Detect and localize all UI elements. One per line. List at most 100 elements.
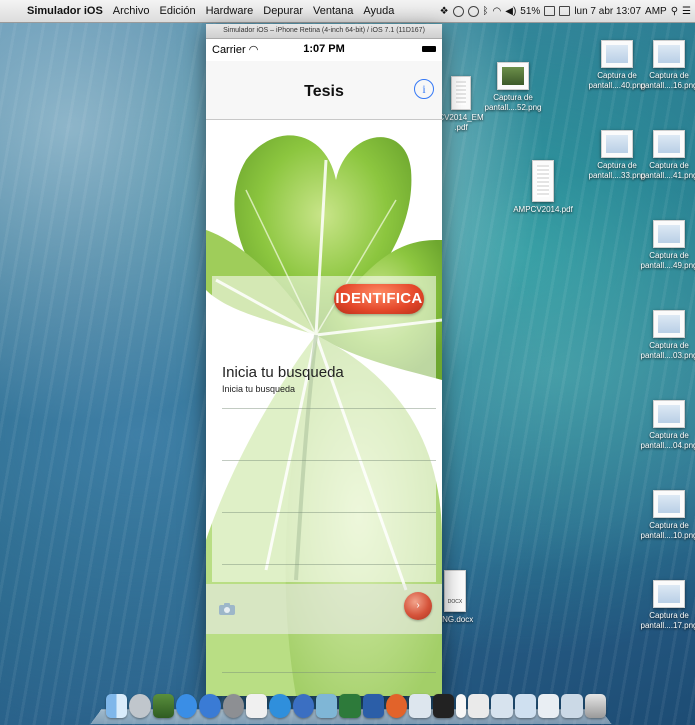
- finder-icon[interactable]: [106, 694, 128, 718]
- trash-icon[interactable]: [584, 694, 606, 718]
- icon-label: Captura de: [649, 251, 689, 260]
- folder-stack-icon[interactable]: [537, 694, 560, 718]
- photos-icon[interactable]: [152, 694, 175, 718]
- time-machine-icon[interactable]: [467, 5, 479, 17]
- icon-label: pantall....41.png: [640, 171, 695, 180]
- screenshot-stack-icon[interactable]: [491, 694, 513, 718]
- desktop-icon-captura-17[interactable]: Captura de pantall....17.png: [638, 580, 695, 631]
- battery-percent[interactable]: 51%: [520, 6, 540, 17]
- volume-icon[interactable]: ◀): [505, 6, 516, 17]
- icon-label: pantall....16.png: [640, 81, 695, 90]
- docx-badge: DOCX: [447, 599, 463, 605]
- ibooks-icon[interactable]: [246, 694, 268, 718]
- excel-icon[interactable]: [339, 694, 361, 718]
- dropbox-icon[interactable]: ❖: [440, 6, 449, 17]
- menu-edicion[interactable]: Edición: [154, 5, 200, 17]
- document-stack-icon[interactable]: [467, 694, 490, 718]
- word-icon[interactable]: [362, 694, 385, 718]
- camera-icon[interactable]: [218, 602, 236, 616]
- settings-icon[interactable]: [222, 694, 245, 718]
- firefox-icon[interactable]: [386, 694, 408, 718]
- icon-label: pantall....04.png: [640, 441, 695, 450]
- desktop-icon-ampcv-pdf[interactable]: AMPCV2014.pdf: [512, 160, 574, 215]
- chevron-right-icon: ›: [416, 600, 420, 611]
- wifi-icon[interactable]: ◠: [493, 6, 502, 17]
- menubar-status-area: ❖ ᛒ ◠ ◀) 51% lun 7 abr 13:07 AMP ⚲ ☰: [440, 0, 691, 22]
- itunes-icon[interactable]: [199, 694, 221, 718]
- input-toolbar: ›: [206, 584, 442, 634]
- desktop-icon-captura-03[interactable]: Captura de pantall....03.png: [638, 310, 695, 361]
- icon-label: pantall....52.png: [484, 103, 542, 112]
- icon-label: pantall....17.png: [640, 621, 695, 630]
- navigation-bar: Tesis i: [206, 61, 442, 120]
- table-row-separator: [222, 408, 436, 409]
- mac-menubar: Simulador iOS Archivo Edición Hardware D…: [0, 0, 695, 23]
- bluetooth-icon[interactable]: ᛒ: [483, 6, 489, 17]
- status-time: 1:07 PM: [303, 43, 345, 55]
- menu-ayuda[interactable]: Ayuda: [358, 5, 399, 17]
- image-file-icon: [601, 130, 633, 158]
- info-icon[interactable]: i: [414, 79, 434, 99]
- menu-app-name[interactable]: Simulador iOS: [22, 5, 108, 17]
- send-button[interactable]: ›: [404, 592, 432, 620]
- desktop-icon-captura-41[interactable]: Captura de pantall....41.png: [638, 130, 695, 181]
- desktop-icon-captura-49[interactable]: Captura de pantall....49.png: [638, 220, 695, 271]
- image-file-icon: [653, 40, 685, 68]
- safari-icon[interactable]: [269, 694, 291, 718]
- desktop-icon-captura-04[interactable]: Captura de pantall....04.png: [638, 400, 695, 451]
- pdf-file-icon: [532, 160, 554, 202]
- image-file-icon: [653, 130, 685, 158]
- preview-icon[interactable]: [409, 694, 431, 718]
- table-row-separator: [222, 564, 436, 565]
- image-file-icon: [653, 580, 685, 608]
- simulator-title-bar[interactable]: Simulador iOS – iPhone Retina (4-inch 64…: [206, 24, 442, 39]
- image-stack-icon[interactable]: [561, 694, 583, 718]
- image-file-icon: [601, 40, 633, 68]
- app-store-icon[interactable]: [176, 694, 198, 718]
- docx-file-icon: DOCX: [444, 570, 466, 612]
- image-file-icon: [653, 400, 685, 428]
- downloads-stack-icon[interactable]: [514, 694, 536, 718]
- icon-label: Captura de: [649, 161, 689, 170]
- xcode-icon[interactable]: [292, 694, 315, 718]
- image-file-icon: [653, 490, 685, 518]
- menu-hardware[interactable]: Hardware: [201, 5, 259, 17]
- icon-label: Captura de: [493, 93, 533, 102]
- menu-archivo[interactable]: Archivo: [108, 5, 155, 17]
- identifica-button[interactable]: IDENTIFICA: [334, 284, 424, 314]
- ios-status-bar: Carrier ◠ 1:07 PM: [206, 39, 442, 61]
- pdf-file-icon: [451, 76, 471, 110]
- ios-simulator-icon[interactable]: [432, 694, 455, 718]
- ios-simulator-window: Simulador iOS – iPhone Retina (4-inch 64…: [206, 24, 442, 696]
- search-panel: [212, 276, 436, 582]
- icon-label: AMPCV2014.pdf: [513, 205, 573, 214]
- document-icon[interactable]: [456, 694, 466, 718]
- search-title[interactable]: Inicia tu busqueda: [222, 364, 344, 381]
- clock[interactable]: lun 7 abr 13:07: [574, 6, 641, 17]
- flag-icon[interactable]: [559, 6, 571, 16]
- sync-icon[interactable]: [452, 5, 464, 17]
- maps-icon[interactable]: [316, 694, 338, 718]
- icon-label: Captura de: [649, 71, 689, 80]
- icon-label: Captura de: [649, 611, 689, 620]
- app-content: IDENTIFICA Inicia tu busqueda Inicia tu …: [206, 120, 442, 696]
- desktop-icon-captura-10[interactable]: Captura de pantall....10.png: [638, 490, 695, 541]
- notification-center-icon[interactable]: ☰: [682, 6, 691, 17]
- user-name[interactable]: AMP: [645, 6, 667, 17]
- desktop-icon-captura-52[interactable]: Captura de pantall....52.png: [482, 62, 544, 113]
- spotlight-icon[interactable]: ⚲: [671, 6, 678, 17]
- search-subtitle[interactable]: Inicia tu busqueda: [222, 384, 295, 394]
- icon-label: pantall....49.png: [640, 261, 695, 270]
- icon-label: pantall....10.png: [640, 531, 695, 540]
- desktop-icon-captura-16[interactable]: Captura de pantall....16.png: [638, 40, 695, 91]
- icon-label: pantall....03.png: [640, 351, 695, 360]
- image-file-icon: [653, 220, 685, 248]
- icon-label: Captura de: [649, 431, 689, 440]
- menu-ventana[interactable]: Ventana: [308, 5, 358, 17]
- image-file-icon: [653, 310, 685, 338]
- launchpad-icon[interactable]: [129, 694, 151, 718]
- menu-depurar[interactable]: Depurar: [258, 5, 308, 17]
- nav-title: Tesis: [304, 83, 344, 100]
- dock-icons: [106, 688, 606, 718]
- battery-icon[interactable]: [544, 6, 556, 16]
